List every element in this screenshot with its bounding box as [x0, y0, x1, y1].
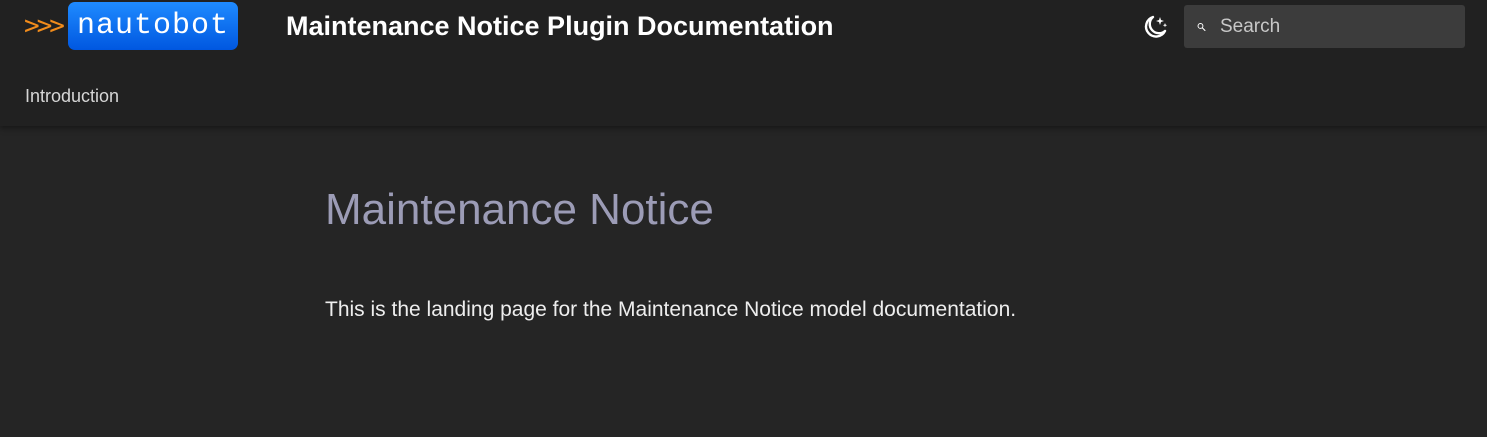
site-title: Maintenance Notice Plugin Documentation	[286, 11, 834, 41]
search-box[interactable]	[1184, 5, 1465, 48]
page-title: Maintenance Notice	[325, 185, 714, 234]
moon-stars-icon	[1144, 15, 1168, 38]
theme-toggle-button[interactable]	[1140, 12, 1170, 42]
site-header: >>> nautobot Maintenance Notice Plugin D…	[0, 0, 1487, 126]
logo-wordmark: nautobot	[67, 2, 238, 50]
nautobot-logo[interactable]: >>> nautobot	[24, 2, 238, 50]
search-icon	[1197, 22, 1206, 31]
search-input[interactable]	[1220, 6, 1465, 47]
logo-chevrons: >>>	[24, 11, 65, 41]
page-intro-paragraph: This is the landing page for the Mainten…	[325, 298, 1017, 321]
main-content: Maintenance Notice This is the landing p…	[325, 180, 1325, 325]
tab-introduction[interactable]: Introduction	[25, 84, 119, 108]
